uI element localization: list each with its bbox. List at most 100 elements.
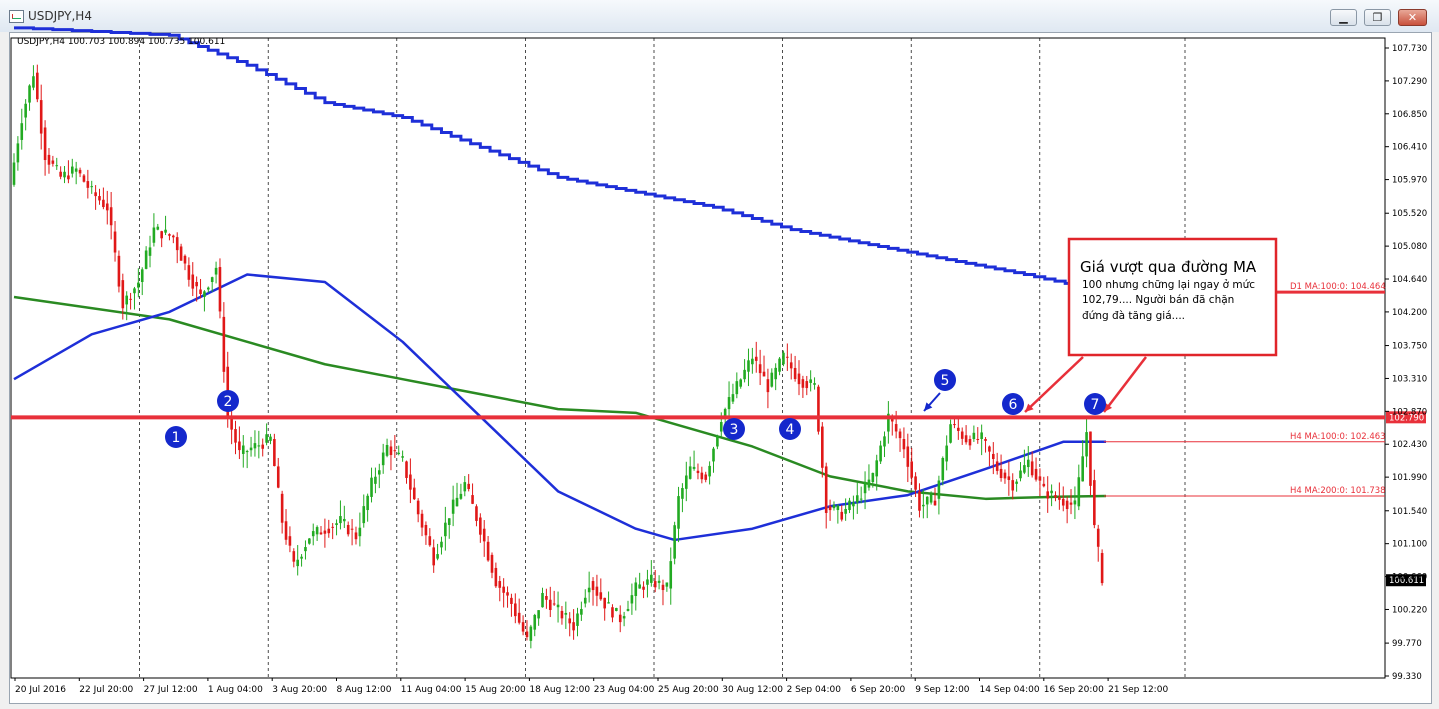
price-chart[interactable]: 102.790 D1 MA:100:0: 104.464H4 MA:100:0:… — [0, 0, 1439, 709]
candle-bear — [514, 603, 517, 617]
candle-bull — [747, 360, 750, 372]
candle-bull — [650, 574, 653, 583]
candle-bear — [840, 511, 844, 520]
candle-bull — [735, 381, 739, 395]
candle-bear — [1089, 431, 1092, 486]
candle-bear — [517, 612, 521, 623]
y-tick-label: 102.870 — [1392, 407, 1427, 417]
candle-bull — [125, 295, 128, 305]
candle-bear — [175, 237, 179, 251]
candle-bear — [1034, 468, 1038, 480]
candle-bear — [1030, 461, 1034, 476]
candle-bear — [999, 468, 1003, 479]
candle-bear — [793, 367, 797, 380]
candle-bear — [327, 528, 331, 534]
candle-bear — [405, 461, 408, 478]
candle-bull — [922, 504, 925, 507]
candle-bull — [708, 465, 711, 477]
candle-bull — [638, 584, 641, 589]
x-tick-label: 11 Aug 04:00 — [401, 685, 462, 695]
candle-bear — [94, 192, 97, 197]
candle-bear — [479, 517, 482, 535]
candle-bear — [160, 231, 163, 239]
candle-bear — [172, 235, 175, 238]
candle-bull — [12, 162, 16, 185]
candle-bear — [234, 429, 237, 443]
candle-bull — [836, 505, 840, 511]
y-tick-label: 101.990 — [1392, 473, 1427, 483]
candle-bull — [214, 267, 218, 275]
candle-bull — [55, 165, 59, 167]
candle-bull — [576, 613, 579, 626]
candle-bear — [599, 592, 603, 600]
candle-bear — [467, 483, 470, 490]
candle-bear — [953, 424, 956, 426]
candle-bull — [447, 518, 451, 525]
candle-bull — [580, 608, 583, 615]
arrow-to-7 — [1103, 356, 1147, 413]
candle-bear — [323, 530, 327, 534]
candle-bear — [51, 160, 55, 164]
candle-bull — [63, 171, 66, 178]
candle-bull — [774, 367, 777, 380]
x-tick-label: 20 Jul 2016 — [15, 685, 66, 695]
candle-bull — [335, 523, 338, 525]
candle-bear — [43, 127, 47, 161]
candle-bull — [148, 247, 152, 256]
candle-bull — [300, 556, 303, 559]
candle-bull — [374, 476, 377, 484]
candle-bear — [199, 289, 202, 295]
ohlc-readout: USDJPY,H4 100.703 100.894 100.735 100.61… — [17, 37, 226, 47]
candle-bear — [545, 596, 548, 600]
candle-bull — [743, 369, 746, 380]
candle-bull — [770, 372, 774, 387]
candle-bear — [1046, 491, 1050, 499]
candle-bull — [925, 496, 929, 505]
candle-bull — [867, 479, 871, 488]
candle-bear — [506, 592, 509, 596]
candle-bear — [653, 581, 657, 588]
candle-bull — [397, 452, 401, 454]
candle-bear — [354, 532, 358, 540]
candle-bear — [502, 586, 505, 593]
y-tick-label: 106.410 — [1392, 143, 1427, 153]
x-tick-label: 27 Jul 12:00 — [144, 685, 198, 695]
candle-bull — [210, 277, 214, 283]
candle-bull — [778, 358, 781, 372]
candle-bear — [902, 439, 906, 450]
candle-bear — [1007, 476, 1011, 480]
candle-bear — [603, 597, 606, 609]
candle-bull — [712, 448, 715, 462]
candle-bull — [253, 443, 257, 449]
candle-bear — [1093, 480, 1096, 526]
candle-bear — [618, 614, 622, 623]
candle-bear — [595, 586, 599, 596]
candle-bull — [945, 445, 948, 462]
candle-bull — [385, 444, 389, 456]
candle-bull — [358, 527, 362, 537]
candle-bull — [665, 582, 669, 587]
candle-bear — [284, 521, 288, 540]
candle-bull — [688, 466, 692, 479]
x-tick-label: 22 Jul 20:00 — [79, 685, 133, 695]
candle-bear — [280, 493, 284, 523]
candle-bull — [634, 582, 638, 597]
h4-ma200-label: H4 MA:200:0: 101.738 — [1290, 486, 1386, 496]
candle-bull — [844, 508, 847, 514]
candle-bear — [968, 439, 972, 446]
candle-bull — [537, 610, 540, 619]
marker-label-3: 3 — [730, 422, 739, 438]
candle-bear — [273, 439, 276, 467]
candle-bear — [821, 426, 824, 468]
candle-bear — [86, 181, 90, 188]
candle-bear — [168, 234, 171, 236]
candle-bull — [564, 612, 568, 615]
candle-bear — [894, 424, 898, 432]
candle-bear — [117, 255, 121, 287]
candle-bull — [980, 432, 983, 440]
candle-bull — [241, 445, 245, 454]
candle-bull — [381, 452, 385, 466]
candle-bear — [475, 506, 478, 521]
x-tick-label: 30 Aug 12:00 — [722, 685, 783, 695]
candle-bear — [801, 379, 805, 388]
